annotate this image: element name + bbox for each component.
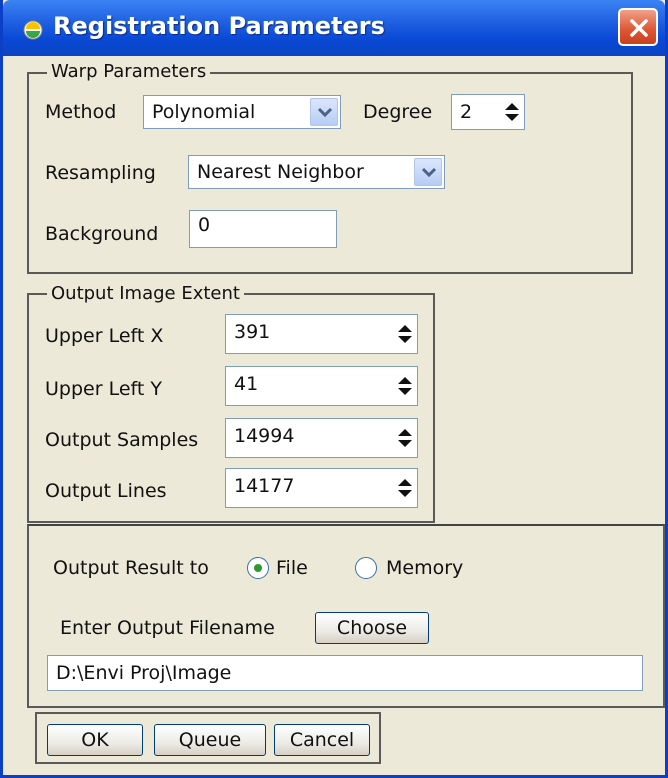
output-samples-spinner[interactable]: 14994	[225, 418, 418, 458]
resampling-dropdown-button[interactable]	[414, 158, 442, 186]
registration-dialog: Registration Parameters Warp Parameters …	[0, 0, 668, 778]
warp-parameters-legend: Warp Parameters	[47, 61, 211, 83]
extent-row-value: 14177	[234, 475, 295, 497]
output-result-label: Output Result to	[53, 557, 209, 579]
extent-row-label: Output Samples	[45, 429, 199, 451]
output-filename-value: D:\Envi Proj\Image	[56, 662, 232, 684]
spin-arrows-icon[interactable]	[395, 323, 415, 345]
choose-button[interactable]: Choose	[315, 612, 429, 644]
method-dropdown-button[interactable]	[310, 98, 338, 126]
cancel-button[interactable]: Cancel	[274, 724, 370, 756]
output-file-radio[interactable]	[247, 557, 269, 579]
extent-row-value: 41	[234, 373, 259, 395]
degree-label: Degree	[363, 101, 433, 123]
window-title: Registration Parameters	[53, 12, 385, 40]
background-label: Background	[45, 223, 159, 245]
resampling-label: Resampling	[45, 162, 156, 184]
output-extent-legend: Output Image Extent	[47, 283, 244, 305]
title-bar[interactable]: Registration Parameters	[3, 0, 665, 56]
spin-arrows-icon[interactable]	[395, 375, 415, 397]
output-file-label[interactable]: File	[276, 556, 308, 580]
output-lines-spinner[interactable]: 14177	[225, 468, 418, 508]
extent-row-value: 391	[234, 321, 271, 343]
method-select[interactable]: Polynomial	[143, 95, 341, 129]
output-memory-radio[interactable]	[355, 557, 377, 579]
filename-label: Enter Output Filename	[60, 617, 275, 639]
ok-button[interactable]: OK	[47, 724, 143, 756]
app-icon	[23, 20, 43, 40]
resampling-value: Nearest Neighbor	[197, 161, 364, 183]
spin-arrows-icon[interactable]	[502, 101, 522, 123]
resampling-select[interactable]: Nearest Neighbor	[188, 155, 445, 189]
close-icon	[630, 19, 648, 37]
upper-left-y-spinner[interactable]: 41	[225, 366, 418, 406]
degree-spinner[interactable]: 2	[451, 94, 525, 130]
chevron-down-icon	[317, 107, 333, 118]
method-value: Polynomial	[152, 101, 256, 123]
background-input[interactable]: 0	[189, 210, 337, 248]
spin-arrows-icon[interactable]	[395, 477, 415, 499]
extent-row-label: Output Lines	[45, 480, 167, 502]
extent-row-value: 14994	[234, 425, 295, 447]
output-memory-label[interactable]: Memory	[386, 556, 463, 580]
chevron-down-icon	[421, 167, 437, 178]
upper-left-x-spinner[interactable]: 391	[225, 314, 418, 354]
output-filename-input[interactable]: D:\Envi Proj\Image	[47, 655, 643, 691]
degree-value: 2	[460, 101, 473, 123]
method-label: Method	[45, 101, 117, 123]
extent-row-label: Upper Left Y	[45, 378, 162, 400]
extent-row-label: Upper Left X	[45, 325, 164, 347]
queue-button[interactable]: Queue	[154, 724, 266, 756]
close-button[interactable]	[618, 8, 658, 46]
spin-arrows-icon[interactable]	[395, 427, 415, 449]
background-value: 0	[198, 214, 211, 236]
radio-selected-dot	[254, 564, 262, 572]
